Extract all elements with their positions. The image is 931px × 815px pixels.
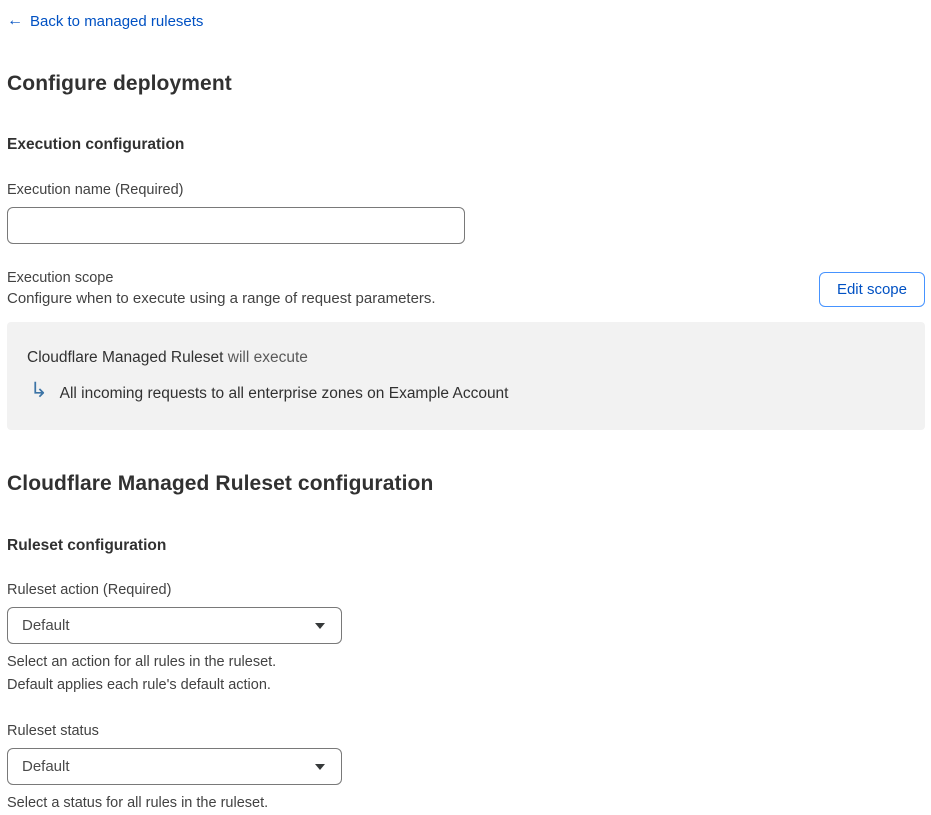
ruleset-action-label: Ruleset action (Required) [7,582,172,598]
execution-name-input[interactable] [7,207,465,244]
ruleset-status-label: Ruleset status [7,723,99,739]
execution-name-label: Execution name (Required) [7,182,184,198]
edit-scope-button[interactable]: Edit scope [818,272,925,307]
scope-summary-panel: Cloudflare Managed Ruleset will execute … [7,322,925,430]
ruleset-name-text: Cloudflare Managed Ruleset [27,349,224,366]
execution-scope-label: Execution scope [7,270,114,286]
ruleset-action-help-line2: Default applies each rule's default acti… [7,677,271,693]
back-link-label: Back to managed rulesets [30,12,204,30]
execution-configuration-heading: Execution configuration [7,136,185,153]
ruleset-action-help-line1: Select an action for all rules in the ru… [7,654,277,670]
ruleset-status-select[interactable]: Default [7,748,342,785]
back-to-managed-rulesets-link[interactable]: ← Back to managed rulesets [7,13,203,30]
arrow-left-icon: ← [7,12,23,29]
chevron-down-icon [315,622,325,629]
return-arrow-icon: ↳ [30,379,48,402]
execution-scope-row: Execution scope Configure when to execut… [7,270,925,307]
execution-scope-description: Configure when to execute using a range … [7,290,436,307]
ruleset-configuration-title: Cloudflare Managed Ruleset configuration [7,472,434,495]
ruleset-status-selected-value: Default [22,758,70,775]
ruleset-status-help-line1: Select a status for all rules in the rul… [7,795,269,811]
ruleset-action-selected-value: Default [22,617,70,634]
chevron-down-icon [315,763,325,770]
ruleset-action-select[interactable]: Default [7,607,342,644]
scope-value-line: ↳ All incoming requests to all enterpris… [27,379,905,404]
scope-summary-line: Cloudflare Managed Ruleset will execute [27,349,905,367]
page-title: Configure deployment [7,72,232,95]
ruleset-configuration-subheading: Ruleset configuration [7,537,167,554]
will-execute-text: will execute [223,349,308,366]
scope-value-text: All incoming requests to all enterprise … [59,384,509,402]
execution-scope-text: Execution scope Configure when to execut… [7,270,436,307]
configure-deployment-page: ← Back to managed rulesets Configure dep… [0,0,931,815]
